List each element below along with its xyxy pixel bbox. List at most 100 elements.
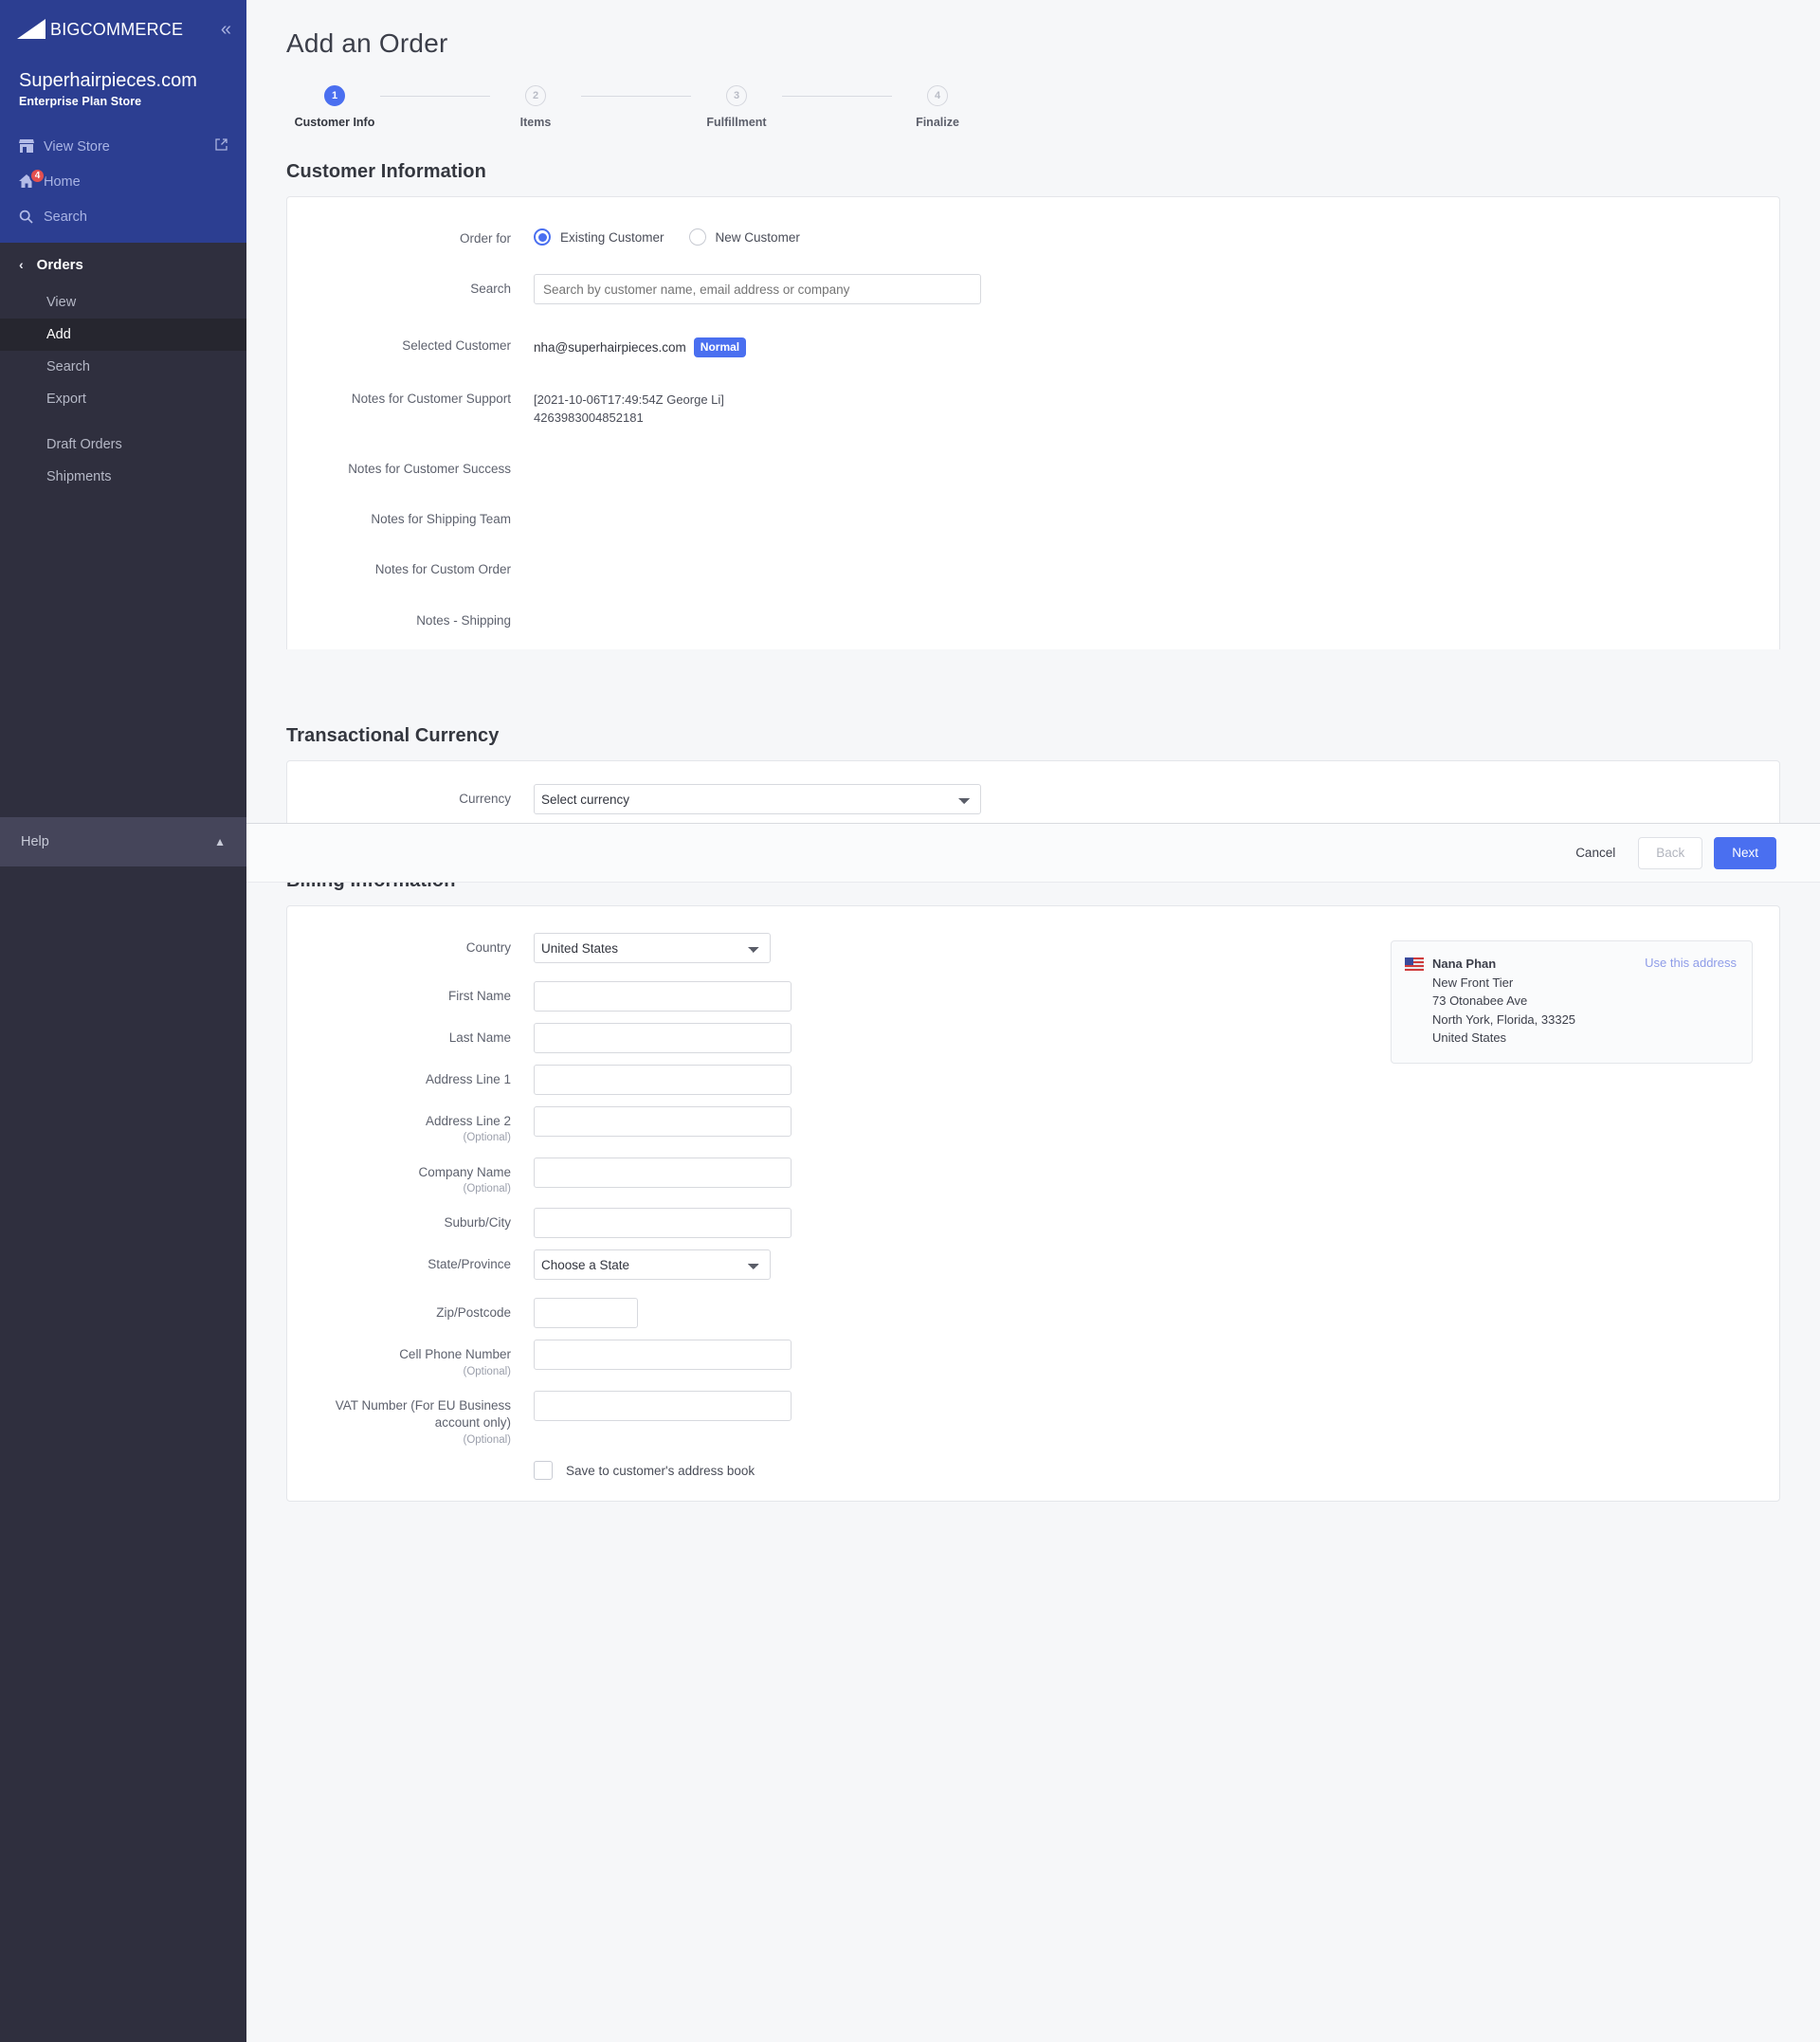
country-row: Country United States: [287, 931, 1391, 963]
last-name-input[interactable]: [534, 1023, 792, 1053]
address-line-2-label: Address Line 2 (Optional): [287, 1104, 534, 1146]
use-this-address-link[interactable]: Use this address: [1645, 956, 1737, 970]
transactional-currency-heading: Transactional Currency: [286, 725, 500, 746]
sidebar-orders-section: ‹ Orders View Add Search Export Draft Or…: [0, 243, 246, 493]
home-icon: 4: [19, 168, 46, 189]
company-name-row: Company Name (Optional): [287, 1156, 1391, 1197]
vat-number-input[interactable]: [534, 1391, 792, 1422]
step-label: Customer Info: [294, 116, 375, 129]
billing-information-card: Country United States First Name Last Na…: [286, 905, 1780, 1503]
step-customer-info[interactable]: 1 Customer Info: [289, 85, 380, 129]
notes-shipping-team-row: Notes for Shipping Team: [287, 502, 1779, 528]
save-address-row: Save to customer's address book: [287, 1461, 1391, 1481]
state-province-select[interactable]: Choose a State: [534, 1249, 771, 1281]
sidebar-help-region: Help ▲: [0, 817, 246, 2042]
notes-customer-support-label: Notes for Customer Support: [351, 392, 511, 407]
cell-phone-input[interactable]: [534, 1340, 792, 1371]
company-name-optional: (Optional): [463, 1182, 512, 1194]
customer-information-heading: Customer Information: [286, 161, 486, 182]
notes-shipping-value: [534, 606, 1779, 613]
step-finalize[interactable]: 4 Finalize: [892, 85, 983, 129]
suburb-city-input[interactable]: [534, 1208, 792, 1239]
radio-indicator-on[interactable]: [534, 228, 551, 246]
step-fulfillment[interactable]: 3 Fulfillment: [691, 85, 782, 129]
next-button[interactable]: Next: [1714, 836, 1776, 869]
saved-address-line1: New Front Tier: [1432, 975, 1514, 990]
radio-indicator-off[interactable]: [688, 228, 706, 246]
country-label: Country: [465, 940, 511, 955]
last-name-row: Last Name: [287, 1021, 1391, 1053]
bigcommerce-logo[interactable]: BIGCOMMERCE: [17, 19, 183, 40]
step-items[interactable]: 2 Items: [490, 85, 581, 129]
saved-address-line4: United States: [1432, 1030, 1507, 1045]
first-name-label: First Name: [447, 989, 511, 1003]
sidebar-item-view[interactable]: View: [0, 286, 246, 319]
customer-information-card: Order for Existing Customer New Customer: [286, 196, 1780, 649]
sidebar-item-search[interactable]: Search: [0, 199, 246, 234]
sidebar-item-draft-orders[interactable]: Draft Orders: [0, 428, 246, 461]
order-stepper: 1 Customer Info 2 Items 3 Fulfillment 4 …: [246, 59, 1820, 129]
sidebar-item-label: Home: [44, 173, 81, 190]
chevron-up-icon[interactable]: ▲: [214, 835, 226, 848]
save-address-checkbox[interactable]: [534, 1461, 553, 1481]
step-label: Fulfillment: [706, 116, 767, 129]
notes-shipping-team-label: Notes for Shipping Team: [371, 512, 511, 527]
saved-addresses-panel: Nana Phan New Front Tier 73 Otonabee Ave…: [1391, 931, 1779, 1480]
cell-phone-label: Cell Phone Number (Optional): [287, 1338, 534, 1379]
step-number: 2: [525, 85, 546, 106]
store-plan: Enterprise Plan Store: [19, 95, 142, 108]
sidebar: BIGCOMMERCE « Superhairpieces.com Enterp…: [0, 0, 246, 2042]
radio-new-customer[interactable]: New Customer: [688, 228, 800, 246]
back-button[interactable]: Back: [1638, 836, 1703, 869]
cell-phone-row: Cell Phone Number (Optional): [287, 1338, 1391, 1379]
saved-address-lines: Nana Phan New Front Tier 73 Otonabee Ave…: [1432, 955, 1575, 1048]
address-line-1-row: Address Line 1: [287, 1063, 1391, 1095]
help-button[interactable]: Help ▲: [0, 817, 246, 866]
order-for-radio-group: Existing Customer New Customer: [534, 224, 1779, 246]
country-select[interactable]: United States: [534, 933, 771, 963]
state-province-label: State/Province: [428, 1257, 511, 1272]
sidebar-item-label: Add: [46, 327, 71, 342]
saved-address-card[interactable]: Nana Phan New Front Tier 73 Otonabee Ave…: [1391, 940, 1753, 1064]
us-flag-icon: [1405, 957, 1424, 971]
brand-text: BIGCOMMERCE: [50, 19, 184, 39]
home-notification-badge: 4: [29, 168, 46, 184]
sidebar-item-search-orders[interactable]: Search: [0, 351, 246, 383]
address-line-1-label: Address Line 1: [425, 1072, 511, 1086]
sidebar-item-export[interactable]: Export: [0, 383, 246, 415]
sidebar-section-header-orders[interactable]: ‹ Orders: [0, 243, 246, 286]
step-number: 3: [726, 85, 747, 106]
sidebar-item-add[interactable]: Add: [0, 319, 246, 351]
step-connector: [782, 96, 892, 97]
notes-customer-support-value: [2021-10-06T17:49:54Z George Li] 4263983…: [534, 392, 724, 426]
notes-customer-success-value: [534, 454, 1779, 462]
company-name-input[interactable]: [534, 1157, 792, 1188]
company-name-label-text: Company Name: [418, 1164, 511, 1179]
sidebar-header: BIGCOMMERCE « Superhairpieces.com Enterp…: [0, 0, 246, 243]
suburb-city-row: Suburb/City: [287, 1206, 1391, 1239]
step-connector: [581, 96, 691, 97]
external-link-icon: [215, 138, 228, 155]
zip-postcode-input[interactable]: [534, 1298, 638, 1329]
address-line-1-input[interactable]: [534, 1065, 792, 1095]
customer-search-input[interactable]: [534, 274, 981, 305]
radio-existing-customer[interactable]: Existing Customer: [534, 228, 664, 246]
sidebar-item-label: Search: [46, 359, 90, 374]
cancel-button[interactable]: Cancel: [1564, 846, 1627, 860]
save-address-label: Save to customer's address book: [566, 1463, 755, 1478]
cell-phone-optional: (Optional): [463, 1365, 512, 1377]
sidebar-item-shipments[interactable]: Shipments: [0, 461, 246, 493]
currency-select[interactable]: Select currency: [534, 784, 981, 814]
sidebar-filler: [0, 866, 246, 2042]
sidebar-item-label: View: [46, 295, 77, 310]
sidebar-item-view-store[interactable]: View Store: [0, 129, 246, 164]
main-content: Add an Order 1 Customer Info 2 Items 3 F…: [246, 0, 1820, 2042]
address-line-2-input[interactable]: [534, 1106, 792, 1137]
chevron-double-left-icon[interactable]: «: [221, 20, 231, 39]
sidebar-item-home[interactable]: 4 Home: [0, 164, 246, 199]
chevron-left-icon[interactable]: ‹: [19, 258, 24, 271]
sidebar-item-label: Shipments: [46, 469, 112, 484]
notes-shipping-team-value: [534, 504, 1779, 512]
last-name-label: Last Name: [448, 1030, 511, 1045]
first-name-input[interactable]: [534, 981, 792, 1012]
